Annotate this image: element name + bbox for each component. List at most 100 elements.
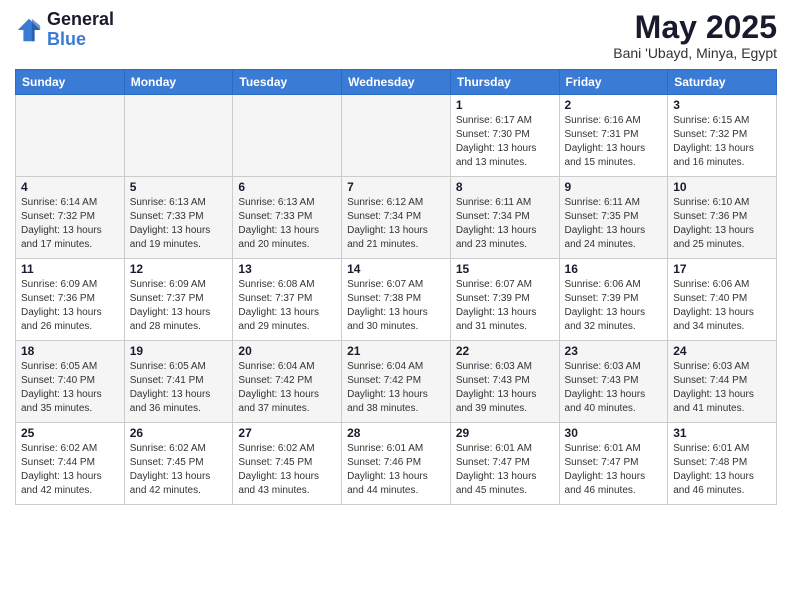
- day-info: Sunrise: 6:13 AM Sunset: 7:33 PM Dayligh…: [238, 196, 336, 252]
- logo-text: General Blue: [47, 10, 114, 50]
- calendar-day-cell: 21 Sunrise: 6:04 AM Sunset: 7:42 PM Dayli…: [342, 341, 451, 423]
- calendar-day-cell: 9 Sunrise: 6:11 AM Sunset: 7:35 PM Daylig…: [559, 177, 668, 259]
- day-info: Sunrise: 6:04 AM Sunset: 7:42 PM Dayligh…: [238, 360, 336, 416]
- calendar-day-cell: 28 Sunrise: 6:01 AM Sunset: 7:46 PM Dayli…: [342, 423, 451, 505]
- calendar-header-row: SundayMondayTuesdayWednesdayThursdayFrid…: [16, 70, 777, 95]
- calendar-day-header: Saturday: [668, 70, 777, 95]
- subtitle: Bani 'Ubayd, Minya, Egypt: [613, 45, 777, 61]
- calendar-day-cell: 10 Sunrise: 6:10 AM Sunset: 7:36 PM Dayli…: [668, 177, 777, 259]
- calendar-day-cell: 23Sunrise: 6:03 AM Sunset: 7:43 PM Dayli…: [559, 341, 668, 423]
- day-number: 18: [21, 344, 119, 358]
- calendar-day-cell: 12 Sunrise: 6:09 AM Sunset: 7:37 PM Dayli…: [124, 259, 233, 341]
- calendar-day-cell: 19 Sunrise: 6:05 AM Sunset: 7:41 PM Dayli…: [124, 341, 233, 423]
- calendar-day-cell: 13Sunrise: 6:08 AM Sunset: 7:37 PM Dayli…: [233, 259, 342, 341]
- calendar-day-header: Thursday: [450, 70, 559, 95]
- day-number: 28: [347, 426, 445, 440]
- logo: General Blue: [15, 10, 114, 50]
- logo-icon: [15, 16, 43, 44]
- day-info: Sunrise: 6:09 AM Sunset: 7:36 PM Dayligh…: [21, 278, 119, 334]
- calendar-day-cell: 20 Sunrise: 6:04 AM Sunset: 7:42 PM Dayli…: [233, 341, 342, 423]
- day-number: 5: [130, 180, 228, 194]
- day-number: 8: [456, 180, 554, 194]
- calendar-day-cell: [342, 95, 451, 177]
- day-info: Sunrise: 6:09 AM Sunset: 7:37 PM Dayligh…: [130, 278, 228, 334]
- calendar-table: SundayMondayTuesdayWednesdayThursdayFrid…: [15, 69, 777, 505]
- title-block: May 2025 Bani 'Ubayd, Minya, Egypt: [613, 10, 777, 61]
- day-info: Sunrise: 6:05 AM Sunset: 7:41 PM Dayligh…: [130, 360, 228, 416]
- day-info: Sunrise: 6:11 AM Sunset: 7:34 PM Dayligh…: [456, 196, 554, 252]
- day-number: 6: [238, 180, 336, 194]
- day-info: Sunrise: 6:04 AM Sunset: 7:42 PM Dayligh…: [347, 360, 445, 416]
- day-info: Sunrise: 6:16 AM Sunset: 7:31 PM Dayligh…: [565, 114, 663, 170]
- day-info: Sunrise: 6:01 AM Sunset: 7:46 PM Dayligh…: [347, 442, 445, 498]
- day-number: 10: [673, 180, 771, 194]
- day-number: 27: [238, 426, 336, 440]
- calendar-day-cell: 6 Sunrise: 6:13 AM Sunset: 7:33 PM Daylig…: [233, 177, 342, 259]
- day-info: Sunrise: 6:05 AM Sunset: 7:40 PM Dayligh…: [21, 360, 119, 416]
- day-number: 4: [21, 180, 119, 194]
- day-number: 26: [130, 426, 228, 440]
- calendar-week-row: 4 Sunrise: 6:14 AM Sunset: 7:32 PM Daylig…: [16, 177, 777, 259]
- calendar-day-cell: 30Sunrise: 6:01 AM Sunset: 7:47 PM Dayli…: [559, 423, 668, 505]
- calendar-day-cell: 17 Sunrise: 6:06 AM Sunset: 7:40 PM Dayli…: [668, 259, 777, 341]
- day-number: 17: [673, 262, 771, 276]
- calendar-week-row: 25Sunrise: 6:02 AM Sunset: 7:44 PM Dayli…: [16, 423, 777, 505]
- calendar-day-header: Monday: [124, 70, 233, 95]
- calendar-week-row: 1 Sunrise: 6:17 AM Sunset: 7:30 PM Daylig…: [16, 95, 777, 177]
- calendar-day-cell: 14 Sunrise: 6:07 AM Sunset: 7:38 PM Dayli…: [342, 259, 451, 341]
- day-number: 21: [347, 344, 445, 358]
- calendar-week-row: 11 Sunrise: 6:09 AM Sunset: 7:36 PM Dayli…: [16, 259, 777, 341]
- day-info: Sunrise: 6:07 AM Sunset: 7:38 PM Dayligh…: [347, 278, 445, 334]
- day-info: Sunrise: 6:02 AM Sunset: 7:45 PM Dayligh…: [130, 442, 228, 498]
- calendar-day-cell: 3Sunrise: 6:15 AM Sunset: 7:32 PM Daylig…: [668, 95, 777, 177]
- day-number: 9: [565, 180, 663, 194]
- day-number: 12: [130, 262, 228, 276]
- day-info: Sunrise: 6:10 AM Sunset: 7:36 PM Dayligh…: [673, 196, 771, 252]
- calendar-day-cell: [233, 95, 342, 177]
- day-info: Sunrise: 6:17 AM Sunset: 7:30 PM Dayligh…: [456, 114, 554, 170]
- day-number: 2: [565, 98, 663, 112]
- calendar-day-cell: 31Sunrise: 6:01 AM Sunset: 7:48 PM Dayli…: [668, 423, 777, 505]
- calendar-day-header: Friday: [559, 70, 668, 95]
- day-number: 7: [347, 180, 445, 194]
- calendar-day-cell: 24Sunrise: 6:03 AM Sunset: 7:44 PM Dayli…: [668, 341, 777, 423]
- calendar-day-cell: 11 Sunrise: 6:09 AM Sunset: 7:36 PM Dayli…: [16, 259, 125, 341]
- calendar-day-cell: [124, 95, 233, 177]
- day-info: Sunrise: 6:06 AM Sunset: 7:39 PM Dayligh…: [565, 278, 663, 334]
- calendar-day-header: Sunday: [16, 70, 125, 95]
- calendar-week-row: 18 Sunrise: 6:05 AM Sunset: 7:40 PM Dayli…: [16, 341, 777, 423]
- day-info: Sunrise: 6:02 AM Sunset: 7:45 PM Dayligh…: [238, 442, 336, 498]
- day-info: Sunrise: 6:14 AM Sunset: 7:32 PM Dayligh…: [21, 196, 119, 252]
- calendar-day-cell: 15Sunrise: 6:07 AM Sunset: 7:39 PM Dayli…: [450, 259, 559, 341]
- day-number: 29: [456, 426, 554, 440]
- calendar-day-cell: 2 Sunrise: 6:16 AM Sunset: 7:31 PM Daylig…: [559, 95, 668, 177]
- day-info: Sunrise: 6:03 AM Sunset: 7:43 PM Dayligh…: [565, 360, 663, 416]
- calendar-day-cell: 26 Sunrise: 6:02 AM Sunset: 7:45 PM Dayli…: [124, 423, 233, 505]
- day-number: 30: [565, 426, 663, 440]
- day-info: Sunrise: 6:13 AM Sunset: 7:33 PM Dayligh…: [130, 196, 228, 252]
- day-info: Sunrise: 6:15 AM Sunset: 7:32 PM Dayligh…: [673, 114, 771, 170]
- calendar-day-header: Tuesday: [233, 70, 342, 95]
- header: General Blue May 2025 Bani 'Ubayd, Minya…: [15, 10, 777, 61]
- calendar-day-cell: 22Sunrise: 6:03 AM Sunset: 7:43 PM Dayli…: [450, 341, 559, 423]
- day-info: Sunrise: 6:01 AM Sunset: 7:48 PM Dayligh…: [673, 442, 771, 498]
- day-info: Sunrise: 6:06 AM Sunset: 7:40 PM Dayligh…: [673, 278, 771, 334]
- calendar-day-cell: 16 Sunrise: 6:06 AM Sunset: 7:39 PM Dayli…: [559, 259, 668, 341]
- calendar-day-cell: 1 Sunrise: 6:17 AM Sunset: 7:30 PM Daylig…: [450, 95, 559, 177]
- calendar-day-cell: 25Sunrise: 6:02 AM Sunset: 7:44 PM Dayli…: [16, 423, 125, 505]
- logo-line2: Blue: [47, 30, 114, 50]
- day-number: 20: [238, 344, 336, 358]
- day-info: Sunrise: 6:11 AM Sunset: 7:35 PM Dayligh…: [565, 196, 663, 252]
- calendar-day-cell: 8 Sunrise: 6:11 AM Sunset: 7:34 PM Daylig…: [450, 177, 559, 259]
- calendar-day-cell: 27 Sunrise: 6:02 AM Sunset: 7:45 PM Dayli…: [233, 423, 342, 505]
- day-number: 16: [565, 262, 663, 276]
- day-number: 11: [21, 262, 119, 276]
- day-info: Sunrise: 6:02 AM Sunset: 7:44 PM Dayligh…: [21, 442, 119, 498]
- day-info: Sunrise: 6:01 AM Sunset: 7:47 PM Dayligh…: [456, 442, 554, 498]
- day-info: Sunrise: 6:12 AM Sunset: 7:34 PM Dayligh…: [347, 196, 445, 252]
- day-number: 14: [347, 262, 445, 276]
- day-number: 19: [130, 344, 228, 358]
- day-number: 22: [456, 344, 554, 358]
- calendar-day-cell: [16, 95, 125, 177]
- day-number: 1: [456, 98, 554, 112]
